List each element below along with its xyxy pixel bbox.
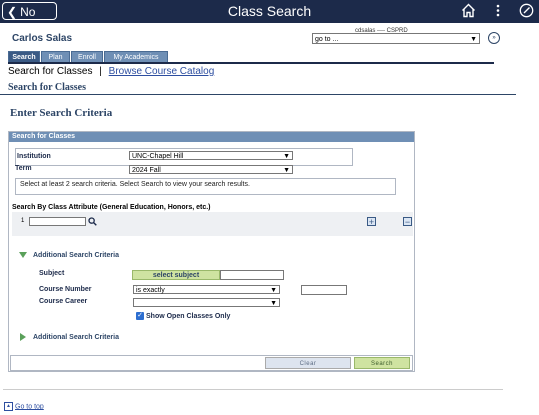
collapsed-triangle-icon[interactable] bbox=[20, 333, 26, 341]
chevron-down-icon: ▼ bbox=[470, 36, 477, 43]
arrow-up-icon: ▲ bbox=[4, 402, 13, 411]
goto-select[interactable]: go to ... ▼ bbox=[312, 33, 480, 44]
attribute-row-number: 1 bbox=[21, 218, 25, 224]
course-career-select[interactable]: ▼ bbox=[133, 298, 280, 307]
term-label: Term bbox=[15, 165, 32, 172]
clear-button[interactable]: Clear bbox=[265, 357, 351, 369]
go-to-top-link[interactable]: ▲ Go to top bbox=[4, 402, 44, 411]
additional-criteria-heading-2[interactable]: Additional Search Criteria bbox=[33, 334, 119, 341]
panel-header: Search for Classes bbox=[9, 132, 414, 142]
open-classes-checkbox[interactable]: ✓ bbox=[136, 312, 144, 320]
goto-value: go to ... bbox=[315, 36, 339, 43]
app-header: ❮ No Data Class Search bbox=[0, 0, 539, 37]
term-value: 2024 Fall bbox=[132, 167, 161, 174]
course-career-label: Course Career bbox=[39, 298, 88, 305]
tab-divider bbox=[8, 62, 494, 64]
user-name: Carlos Salas bbox=[12, 33, 73, 44]
chevron-down-icon: ▼ bbox=[270, 287, 277, 294]
subject-input[interactable] bbox=[220, 270, 284, 280]
class-attribute-input[interactable] bbox=[29, 217, 86, 226]
chevron-down-icon: ▼ bbox=[270, 300, 277, 307]
heading-divider bbox=[0, 94, 516, 95]
browse-catalog-link[interactable]: Browse Course Catalog bbox=[109, 66, 215, 77]
action-button-row: Clear Search bbox=[10, 355, 413, 371]
additional-criteria-heading[interactable]: Additional Search Criteria bbox=[33, 252, 119, 259]
institution-value: UNC-Chapel Hill bbox=[132, 153, 184, 160]
open-classes-label: Show Open Classes Only bbox=[146, 313, 231, 320]
go-forward-button[interactable]: » bbox=[488, 32, 500, 44]
institution-select[interactable]: UNC-Chapel Hill ▼ bbox=[129, 151, 293, 160]
footer-divider bbox=[3, 389, 503, 390]
chevron-down-icon: ▼ bbox=[283, 167, 290, 174]
search-button[interactable]: Search bbox=[354, 357, 410, 369]
subject-label: Subject bbox=[39, 270, 65, 277]
course-number-input[interactable] bbox=[301, 285, 347, 295]
instruction-message: Select at least 2 search criteria. Selec… bbox=[15, 178, 396, 195]
institution-label: Institution bbox=[17, 153, 51, 160]
current-page-label: Search for Classes bbox=[8, 66, 93, 77]
chevron-down-icon: ▼ bbox=[283, 153, 290, 160]
add-row-button[interactable]: + bbox=[367, 217, 376, 227]
home-icon[interactable] bbox=[461, 3, 476, 18]
class-attribute-row: 1 + − bbox=[12, 212, 413, 236]
go-to-top-label: Go to top bbox=[15, 403, 44, 411]
course-number-label: Course Number bbox=[39, 286, 92, 293]
term-select[interactable]: 2024 Fall ▼ bbox=[129, 165, 293, 174]
more-options-icon[interactable] bbox=[494, 3, 502, 18]
enter-criteria-heading: Enter Search Criteria bbox=[10, 107, 113, 119]
course-number-operator-select[interactable]: is exactly ▼ bbox=[133, 285, 280, 294]
search-criteria-panel: Search for Classes Institution UNC-Chape… bbox=[8, 131, 415, 372]
select-subject-button[interactable]: select subject bbox=[132, 270, 220, 280]
expanded-triangle-icon[interactable] bbox=[19, 252, 27, 258]
separator: | bbox=[99, 66, 102, 77]
sub-navigation: Search for Classes | Browse Course Catal… bbox=[8, 66, 214, 77]
search-icon[interactable] bbox=[88, 217, 97, 226]
remove-row-button[interactable]: − bbox=[403, 217, 412, 227]
course-number-operator-value: is exactly bbox=[136, 287, 165, 294]
navigation-compass-icon[interactable] bbox=[519, 3, 534, 18]
page-title: Class Search bbox=[227, 3, 312, 19]
class-attribute-heading: Search By Class Attribute (General Educa… bbox=[12, 204, 211, 211]
page-heading: Search for Classes bbox=[8, 82, 86, 93]
